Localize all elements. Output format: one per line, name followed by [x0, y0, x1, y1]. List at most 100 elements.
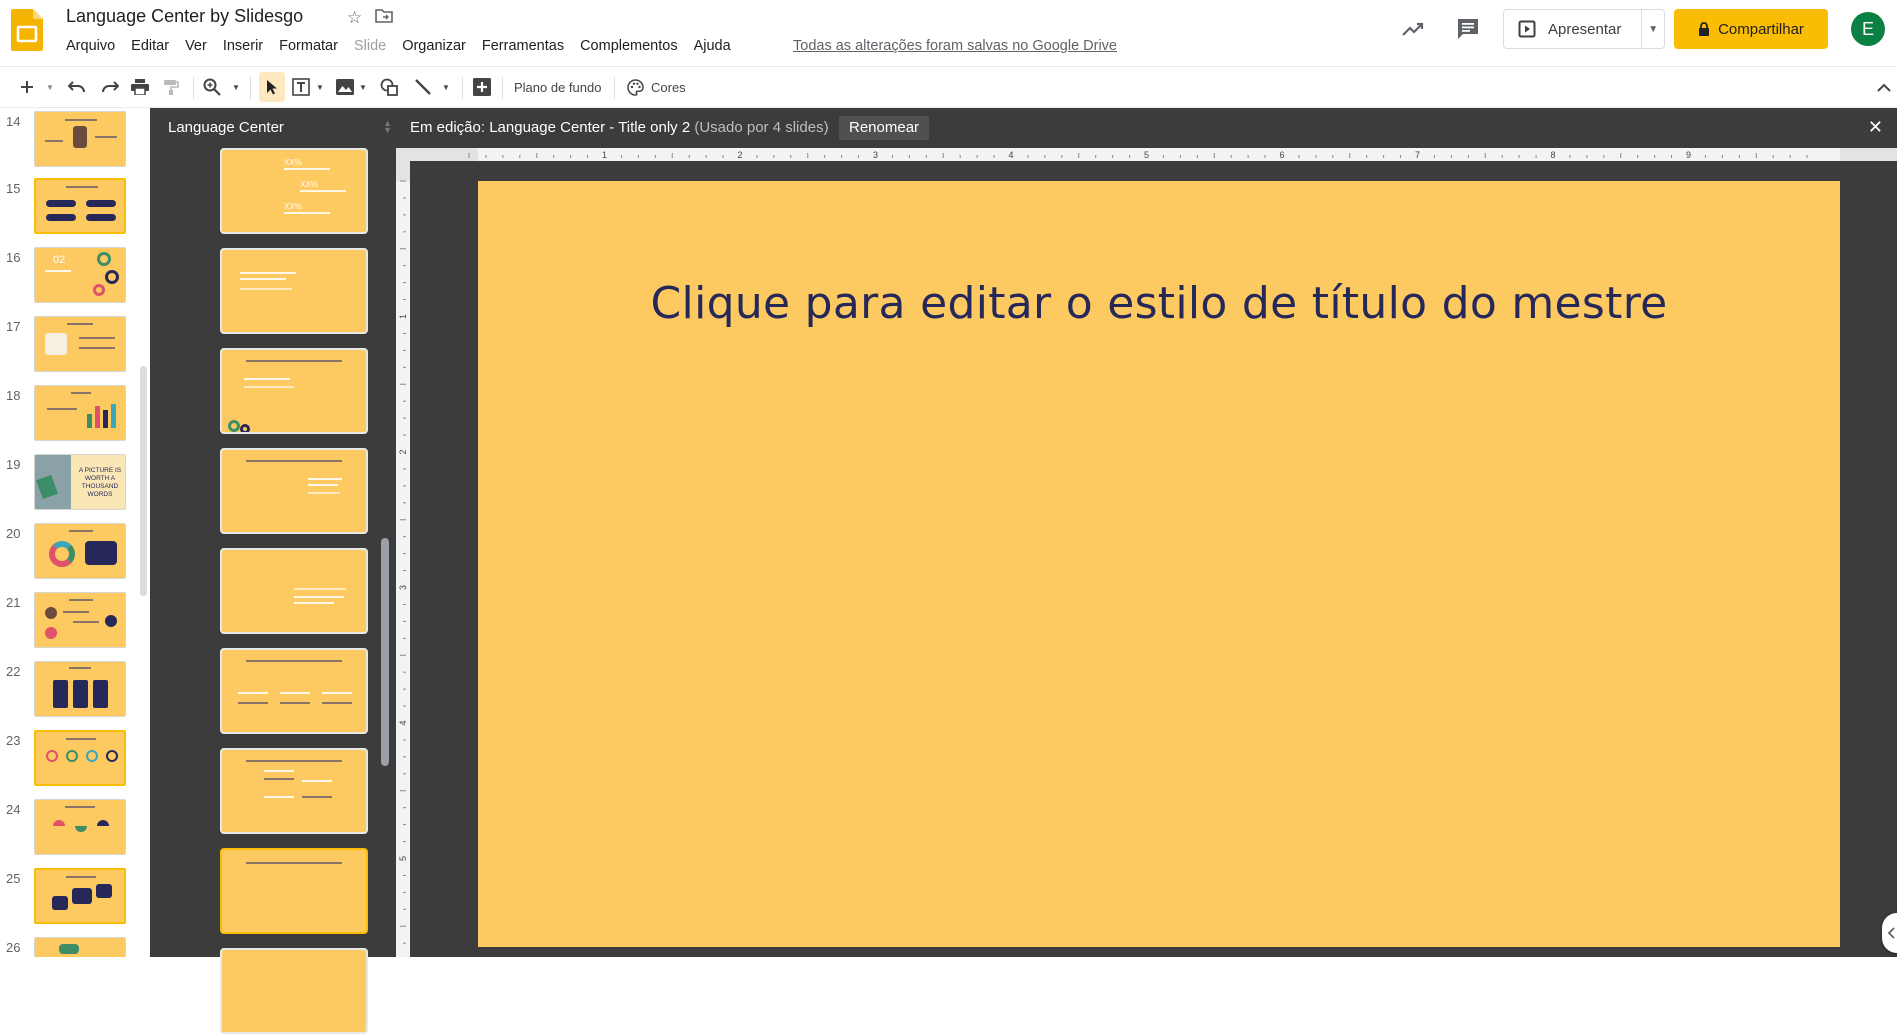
- menu-organizar[interactable]: Organizar: [394, 38, 474, 54]
- print-icon: [131, 79, 149, 95]
- ruler-label: 4: [1008, 150, 1013, 160]
- theme-colors-button[interactable]: Cores: [627, 67, 686, 107]
- slide-thumbnail[interactable]: [34, 316, 126, 372]
- shape-button[interactable]: [380, 67, 398, 107]
- slide-thumbnail[interactable]: [34, 799, 126, 855]
- slide-thumbnail[interactable]: [34, 937, 126, 957]
- layout-thumb-percentages[interactable]: XX% XX% XX%: [220, 148, 368, 234]
- paint-format-button[interactable]: [163, 67, 179, 107]
- menu-inserir[interactable]: Inserir: [215, 38, 271, 54]
- move-folder-icon[interactable]: [375, 8, 393, 23]
- slide-thumbnail[interactable]: [34, 385, 126, 441]
- insert-image-button[interactable]: [336, 67, 354, 107]
- layouts-scrollbar[interactable]: [381, 538, 389, 766]
- document-title[interactable]: Language Center by Slidesgo: [66, 6, 303, 27]
- slide-thumbnail[interactable]: [34, 523, 126, 579]
- comments-icon[interactable]: [1455, 16, 1481, 42]
- share-button[interactable]: Compartilhar: [1674, 9, 1828, 49]
- menu-ferramentas[interactable]: Ferramentas: [474, 38, 572, 54]
- filmstrip-slide-15[interactable]: 15: [0, 178, 150, 238]
- slide-thumbnail[interactable]: A PICTURE IS WORTH A THOUSAND WORDS: [34, 454, 126, 510]
- filmstrip-slide-16[interactable]: 16 02: [0, 247, 150, 307]
- present-button[interactable]: Apresentar: [1504, 10, 1643, 48]
- menu-arquivo[interactable]: Arquivo: [58, 38, 123, 54]
- toolbar-divider: [462, 77, 463, 99]
- zoom-dropdown[interactable]: ▼: [232, 67, 240, 107]
- filmstrip-scrollbar[interactable]: [140, 366, 147, 596]
- sort-arrows-icon[interactable]: ▲ ▼: [383, 119, 392, 135]
- filmstrip-slide-23[interactable]: 23: [0, 730, 150, 790]
- palette-icon: [627, 78, 644, 96]
- account-avatar[interactable]: E: [1851, 12, 1885, 46]
- filmstrip-slide-20[interactable]: 20: [0, 523, 150, 583]
- background-button[interactable]: Plano de fundo: [514, 67, 601, 107]
- menu-formatar[interactable]: Formatar: [271, 38, 346, 54]
- layout-thumb-title-subtitle[interactable]: [220, 248, 368, 334]
- print-button[interactable]: [131, 67, 149, 107]
- filmstrip-slide-24[interactable]: 24: [0, 799, 150, 859]
- filmstrip-slide-26[interactable]: 26: [0, 937, 150, 957]
- menu-ajuda[interactable]: Ajuda: [686, 38, 739, 54]
- new-slide-button[interactable]: [20, 67, 34, 107]
- layout-thumb-right-text[interactable]: [220, 448, 368, 534]
- save-status-link[interactable]: Todas as alterações foram salvas no Goog…: [793, 38, 1117, 54]
- ruler-label: 2: [398, 449, 408, 454]
- filmstrip-slide-17[interactable]: 17: [0, 316, 150, 376]
- layout-thumb-title-only-2-selected[interactable]: [220, 848, 368, 934]
- close-master-editor-icon[interactable]: ✕: [1868, 117, 1883, 138]
- slide-number: 21: [6, 595, 21, 610]
- slide-thumbnail[interactable]: [34, 592, 126, 648]
- text-box-button[interactable]: [292, 67, 310, 107]
- slide-thumbnail[interactable]: [34, 661, 126, 717]
- layout-thumb-staggered[interactable]: [220, 748, 368, 834]
- layouts-panel: Language Center ▲ ▼ XX% XX% XX%: [150, 108, 410, 1034]
- activity-trend-icon[interactable]: [1400, 16, 1426, 42]
- present-options-dropdown[interactable]: ▼: [1642, 24, 1664, 35]
- menu-editar[interactable]: Editar: [123, 38, 177, 54]
- layout-thumb-three-columns[interactable]: [220, 648, 368, 734]
- filmstrip-slide-22[interactable]: 22: [0, 661, 150, 721]
- collapse-menus-button[interactable]: [1877, 67, 1891, 107]
- menu-bar: Arquivo Editar Ver Inserir Formatar Slid…: [58, 38, 739, 54]
- filmstrip-slide-19[interactable]: 19 A PICTURE IS WORTH A THOUSAND WORDS: [0, 454, 150, 514]
- menu-slide[interactable]: Slide: [346, 38, 394, 54]
- filmstrip-slide-25[interactable]: 25: [0, 868, 150, 928]
- layout-thumb-right-text-alt[interactable]: [220, 548, 368, 634]
- slide-thumbnail[interactable]: [34, 111, 126, 167]
- toolbar-divider: [614, 77, 615, 99]
- text-box-dropdown[interactable]: ▼: [316, 67, 324, 107]
- slide-title-placeholder[interactable]: Clique para editar o estilo de título do…: [478, 278, 1840, 329]
- line-button[interactable]: [414, 67, 432, 107]
- undo-button[interactable]: [68, 67, 86, 107]
- layout-thumb-next[interactable]: [220, 948, 368, 1034]
- slide-canvas-area: Clique para editar o estilo de título do…: [410, 161, 1897, 957]
- redo-button[interactable]: [101, 67, 119, 107]
- toolbar-divider: [250, 77, 251, 99]
- slide-thumbnail[interactable]: [34, 868, 126, 924]
- filmstrip-slide-18[interactable]: 18: [0, 385, 150, 445]
- slides-logo-icon[interactable]: [11, 9, 43, 51]
- filmstrip-slide-14[interactable]: 14: [0, 111, 150, 171]
- ruler-label: 3: [398, 585, 408, 590]
- zoom-button[interactable]: [203, 67, 221, 107]
- star-icon[interactable]: ☆: [347, 8, 362, 28]
- select-tool-button[interactable]: [259, 72, 285, 102]
- insert-image-dropdown[interactable]: ▼: [359, 67, 367, 107]
- rename-layout-button[interactable]: Renomear: [839, 116, 930, 140]
- slide-thumbnail[interactable]: [34, 178, 126, 234]
- master-slide-canvas[interactable]: Clique para editar o estilo de título do…: [478, 181, 1840, 947]
- slide-quote-text: A PICTURE IS WORTH A THOUSAND WORDS: [78, 467, 122, 498]
- line-dropdown[interactable]: ▼: [442, 67, 450, 107]
- slide-thumbnail[interactable]: [34, 730, 126, 786]
- layout-thumb-title-two-text[interactable]: [220, 348, 368, 434]
- slide-thumbnail[interactable]: 02: [34, 247, 126, 303]
- ruler-label: 1: [398, 314, 408, 319]
- add-comment-button[interactable]: [473, 67, 491, 107]
- slide-number: 25: [6, 871, 21, 886]
- chevron-left-icon: [1887, 927, 1895, 939]
- menu-ver[interactable]: Ver: [177, 38, 215, 54]
- new-slide-layout-dropdown[interactable]: ▼: [46, 67, 54, 107]
- menu-complementos[interactable]: Complementos: [572, 38, 686, 54]
- side-panel-toggle[interactable]: [1882, 913, 1897, 953]
- filmstrip-slide-21[interactable]: 21: [0, 592, 150, 652]
